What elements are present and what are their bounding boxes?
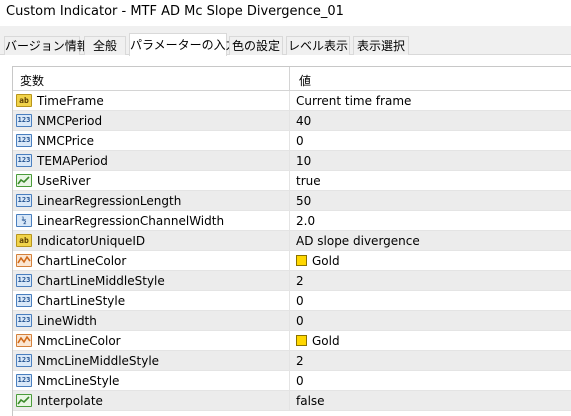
- cell-divider: [289, 91, 290, 111]
- parameter-row[interactable]: UseRiver true: [13, 171, 571, 191]
- tab-version-info[interactable]: バージョン情報: [4, 36, 89, 55]
- integer-icon: 123: [16, 194, 32, 207]
- parameter-name: ChartLineColor: [37, 254, 127, 268]
- cell-divider: [289, 331, 290, 351]
- parameter-row[interactable]: 123 LinearRegressionLength 50: [13, 191, 571, 211]
- cell-divider: [289, 171, 290, 191]
- parameter-value[interactable]: Gold: [312, 254, 340, 268]
- parameter-value[interactable]: Gold: [312, 334, 340, 348]
- parameter-row[interactable]: NmcLineColor Gold: [13, 331, 571, 351]
- parameter-name: NmcLineStyle: [37, 374, 120, 388]
- parameter-value[interactable]: 2: [296, 274, 304, 288]
- parameter-name: ChartLineStyle: [37, 294, 126, 308]
- integer-icon: 123: [16, 294, 32, 307]
- parameter-value[interactable]: true: [296, 174, 321, 188]
- parameter-row[interactable]: 123 ChartLineStyle 0: [13, 291, 571, 311]
- parameter-name: LinearRegressionLength: [37, 194, 182, 208]
- integer-icon: 123: [16, 134, 32, 147]
- parameter-name: NMCPrice: [37, 134, 94, 148]
- tab-input-parameters[interactable]: パラメーターの入力: [129, 33, 238, 56]
- parameters-grid: 変数 値 ab TimeFrame Current time frame 123 NMC…: [12, 66, 571, 416]
- parameter-name: TimeFrame: [37, 94, 104, 108]
- boolean-icon: [16, 174, 32, 187]
- integer-icon: 123: [16, 154, 32, 167]
- parameter-row[interactable]: ChartLineColor Gold: [13, 251, 571, 271]
- parameter-row[interactable]: Interpolate false: [13, 391, 571, 411]
- cell-divider: [289, 231, 290, 251]
- cell-divider: [289, 111, 290, 131]
- cell-divider: [289, 271, 290, 291]
- string-icon: ab: [16, 234, 32, 247]
- parameter-name: ChartLineMiddleStyle: [37, 274, 165, 288]
- parameter-name: Interpolate: [37, 394, 103, 408]
- parameter-row[interactable]: 123 NmcLineMiddleStyle 2: [13, 351, 571, 371]
- parameter-value[interactable]: 0: [296, 314, 304, 328]
- parameter-value[interactable]: 2.0: [296, 214, 315, 228]
- tab-colors[interactable]: 色の設定: [229, 36, 283, 55]
- parameter-row[interactable]: 123 NMCPeriod 40: [13, 111, 571, 131]
- cell-divider: [289, 311, 290, 331]
- integer-icon: 123: [16, 354, 32, 367]
- cell-divider: [289, 391, 290, 411]
- parameter-value[interactable]: 2: [296, 354, 304, 368]
- parameter-name: TEMAPeriod: [37, 154, 108, 168]
- parameter-name: LinearRegressionChannelWidth: [37, 214, 225, 228]
- parameter-row[interactable]: 123 NMCPrice 0: [13, 131, 571, 151]
- grid-rows: ab TimeFrame Current time frame 123 NMCPerio…: [13, 91, 571, 411]
- cell-divider: [289, 251, 290, 271]
- cell-divider: [289, 351, 290, 371]
- parameter-row[interactable]: 123 ChartLineMiddleStyle 2: [13, 271, 571, 291]
- tab-visualization[interactable]: 表示選択: [353, 36, 409, 55]
- parameter-value[interactable]: 0: [296, 374, 304, 388]
- boolean-icon: [16, 394, 32, 407]
- cell-divider: [289, 371, 290, 391]
- parameter-value[interactable]: 40: [296, 114, 311, 128]
- parameter-name: IndicatorUniqueID: [37, 234, 146, 248]
- parameter-value[interactable]: Current time frame: [296, 94, 411, 108]
- color-swatch: [296, 335, 307, 346]
- parameter-row[interactable]: 123 LineWidth 0: [13, 311, 571, 331]
- parameter-name: UseRiver: [37, 174, 91, 188]
- cell-divider: [289, 191, 290, 211]
- integer-icon: 123: [16, 374, 32, 387]
- tab-general[interactable]: 全般: [84, 36, 126, 55]
- parameter-row[interactable]: 123 TEMAPeriod 10: [13, 151, 571, 171]
- parameter-value[interactable]: 0: [296, 294, 304, 308]
- column-divider[interactable]: [289, 67, 290, 91]
- window-title: Custom Indicator - MTF AD Mc Slope Diver…: [6, 4, 344, 19]
- parameter-value[interactable]: AD slope divergence: [296, 234, 420, 248]
- color-swatch: [296, 255, 307, 266]
- parameter-name: NmcLineColor: [37, 334, 121, 348]
- cell-divider: [289, 151, 290, 171]
- parameter-value[interactable]: false: [296, 394, 325, 408]
- cell-divider: [289, 291, 290, 311]
- parameter-value[interactable]: 50: [296, 194, 311, 208]
- parameter-value[interactable]: 10: [296, 154, 311, 168]
- integer-icon: 123: [16, 114, 32, 127]
- parameter-name: NMCPeriod: [37, 114, 103, 128]
- integer-icon: 123: [16, 314, 32, 327]
- parameter-name: LineWidth: [37, 314, 97, 328]
- parameter-name: NmcLineMiddleStyle: [37, 354, 160, 368]
- parameter-row[interactable]: ab IndicatorUniqueID AD slope divergence: [13, 231, 571, 251]
- parameter-value[interactable]: 0: [296, 134, 304, 148]
- parameter-row[interactable]: ab TimeFrame Current time frame: [13, 91, 571, 111]
- string-icon: ab: [16, 94, 32, 107]
- color-icon: [16, 334, 32, 347]
- parameter-row[interactable]: 123 NmcLineStyle 0: [13, 371, 571, 391]
- cell-divider: [289, 211, 290, 231]
- parameter-row[interactable]: ½ LinearRegressionChannelWidth 2.0: [13, 211, 571, 231]
- cell-divider: [289, 131, 290, 151]
- color-icon: [16, 254, 32, 267]
- title-bar: Custom Indicator - MTF AD Mc Slope Diver…: [0, 0, 571, 26]
- integer-icon: 123: [16, 274, 32, 287]
- header-variable[interactable]: 変数: [20, 72, 44, 89]
- grid-header: 変数 値: [13, 67, 571, 91]
- double-icon: ½: [16, 214, 32, 227]
- tab-levels[interactable]: レベル表示: [286, 36, 350, 55]
- header-value[interactable]: 値: [299, 72, 311, 89]
